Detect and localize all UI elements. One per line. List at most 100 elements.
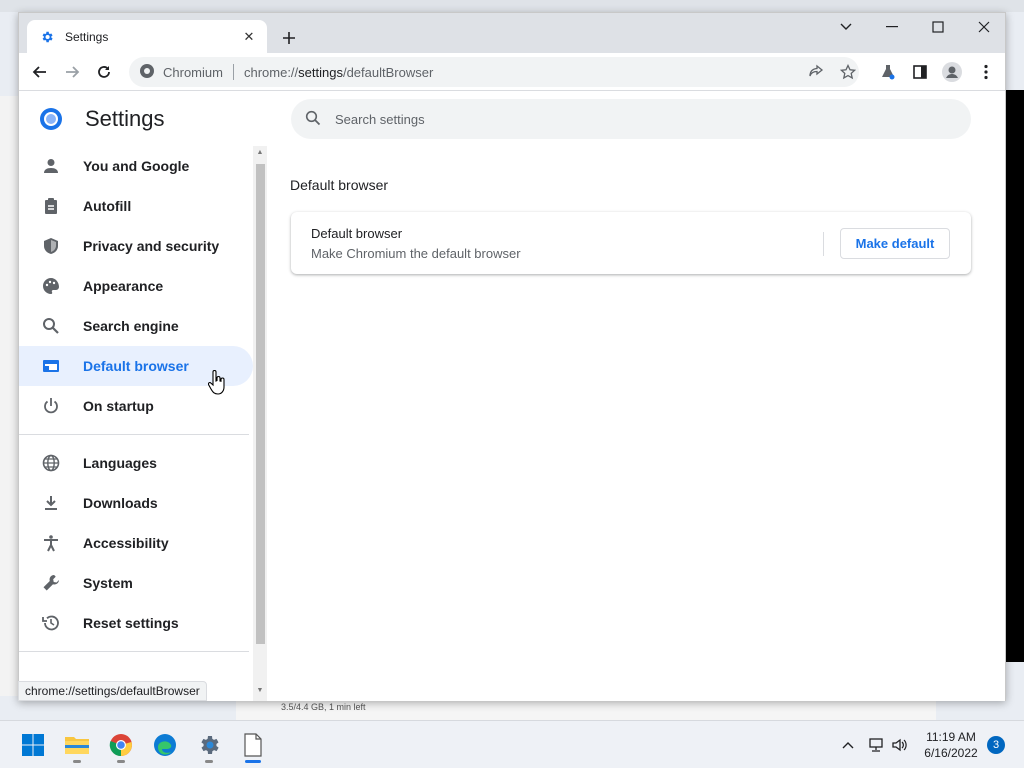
minimize-button[interactable] [869, 13, 915, 41]
url-prefix: chrome:// [243, 64, 299, 80]
taskbar-clock[interactable]: 11:19 AM 6/16/2022 [918, 729, 984, 761]
share-icon [809, 64, 824, 77]
taskbar-chrome[interactable] [105, 729, 137, 763]
avatar-icon [942, 62, 962, 82]
bookmark-button[interactable] [837, 61, 859, 83]
sidebar-item-languages[interactable]: Languages [19, 443, 253, 483]
palette-icon [41, 276, 61, 296]
search-icon [41, 316, 61, 336]
reload-icon [98, 66, 110, 78]
sidebar-item-accessibility[interactable]: Accessibility [19, 523, 253, 563]
make-default-button[interactable]: Make default [840, 228, 950, 259]
sidebar-item-label: Privacy and security [83, 238, 220, 254]
extensions-button[interactable] [877, 61, 899, 83]
profile-button[interactable] [941, 61, 963, 83]
volume-icon [892, 738, 907, 752]
forward-button[interactable] [60, 60, 84, 84]
flask-icon [882, 65, 895, 80]
tray-overflow-button[interactable] [838, 735, 858, 755]
shield-icon [41, 236, 61, 256]
notification-badge[interactable]: 3 [987, 736, 1005, 754]
tab-strip: Settings ✕ [19, 13, 1005, 53]
sidebar-item-appearance[interactable]: Appearance [19, 266, 253, 306]
status-bubble: chrome://settings/defaultBrowser [18, 681, 207, 701]
running-indicator [117, 760, 125, 763]
running-indicator [73, 760, 81, 763]
close-window-button[interactable] [961, 13, 1007, 41]
back-button[interactable] [28, 60, 52, 84]
sidebar-item-reset-settings[interactable]: Reset settings [19, 603, 253, 643]
scroll-down-icon[interactable]: ▼ [255, 687, 265, 697]
settings-gear-icon [39, 29, 55, 45]
globe-icon [41, 453, 61, 473]
card-separator [823, 232, 824, 256]
menu-button[interactable] [975, 61, 997, 83]
share-button[interactable] [805, 61, 827, 83]
side-panel-button[interactable] [909, 61, 931, 83]
omnibox-separator [232, 64, 234, 80]
star-icon [840, 64, 856, 80]
tab-search-button[interactable] [823, 13, 869, 41]
sidebar-divider [19, 651, 249, 652]
sidebar-item-label: Downloads [83, 495, 158, 511]
minimize-icon [886, 26, 898, 28]
tray-volume[interactable] [890, 735, 910, 755]
omnibox[interactable]: Chromium chrome://settings/defaultBrowse… [129, 57, 859, 87]
background-strip [0, 0, 1024, 12]
start-button[interactable] [17, 729, 49, 761]
hand-cursor-icon [208, 370, 225, 395]
page-title: Settings [85, 106, 165, 131]
side-panel-icon [913, 65, 927, 79]
tab-title: Settings [65, 29, 109, 44]
omnibox-site-name: Chromium [163, 64, 223, 80]
sidebar-item-label: Appearance [83, 278, 164, 294]
taskbar-settings[interactable] [193, 729, 225, 763]
chromium-site-icon [139, 63, 155, 82]
background-download-bar: 3.5/4.4 GB, 1 min left [236, 700, 936, 720]
sidebar-item-downloads[interactable]: Downloads [19, 483, 253, 523]
sidebar-item-label: Reset settings [83, 615, 179, 631]
clipboard-icon [41, 196, 61, 216]
wrench-icon [41, 573, 61, 593]
clock-date: 6/16/2022 [924, 746, 978, 760]
tab-close-icon[interactable]: ✕ [241, 29, 257, 45]
sidebar-item-label: On startup [83, 398, 154, 414]
sidebar-item-you-and-google[interactable]: You and Google [19, 146, 253, 186]
download-progress-text: 3.5/4.4 GB, 1 min left [281, 702, 366, 712]
close-icon [978, 21, 990, 33]
card-subtitle: Make Chromium the default browser [311, 246, 521, 261]
taskbar-edge[interactable] [149, 729, 181, 761]
sidebar-item-privacy-and-security[interactable]: Privacy and security [19, 226, 253, 266]
tab-settings[interactable]: Settings ✕ [27, 20, 267, 53]
tray-network[interactable] [866, 735, 886, 755]
sidebar-item-label: Default browser [83, 358, 189, 374]
sidebar-item-label: You and Google [83, 158, 190, 174]
running-indicator [205, 760, 213, 763]
folder-icon [65, 737, 89, 754]
scroll-up-icon[interactable]: ▲ [255, 149, 265, 159]
sidebar-item-system[interactable]: System [19, 563, 253, 603]
reload-button[interactable] [92, 60, 116, 84]
chevron-down-icon [840, 23, 852, 30]
network-icon [869, 738, 883, 752]
windows-logo-icon [22, 734, 44, 756]
card-title: Default browser [311, 226, 403, 241]
search-settings-input[interactable]: Search settings [291, 99, 971, 139]
accessibility-icon [41, 533, 61, 553]
taskbar-notepad[interactable] [237, 729, 269, 763]
power-icon [41, 396, 61, 416]
scrollbar-thumb[interactable] [256, 164, 265, 644]
chrome-icon [109, 734, 132, 757]
new-tab-button[interactable] [275, 26, 303, 50]
browser-icon [41, 356, 61, 376]
maximize-button[interactable] [915, 13, 961, 41]
url-rest: /defaultBrowser [342, 64, 434, 80]
download-icon [41, 493, 61, 513]
sidebar-scrollbar[interactable]: ▲ ▼ [253, 146, 267, 701]
sidebar-item-search-engine[interactable]: Search engine [19, 306, 253, 346]
taskbar: 11:19 AM 6/16/2022 3 [0, 720, 1024, 768]
taskbar-file-explorer[interactable] [61, 729, 93, 763]
settings-header: Settings [39, 106, 165, 132]
sidebar-item-label: System [83, 575, 133, 591]
sidebar-item-autofill[interactable]: Autofill [19, 186, 253, 226]
